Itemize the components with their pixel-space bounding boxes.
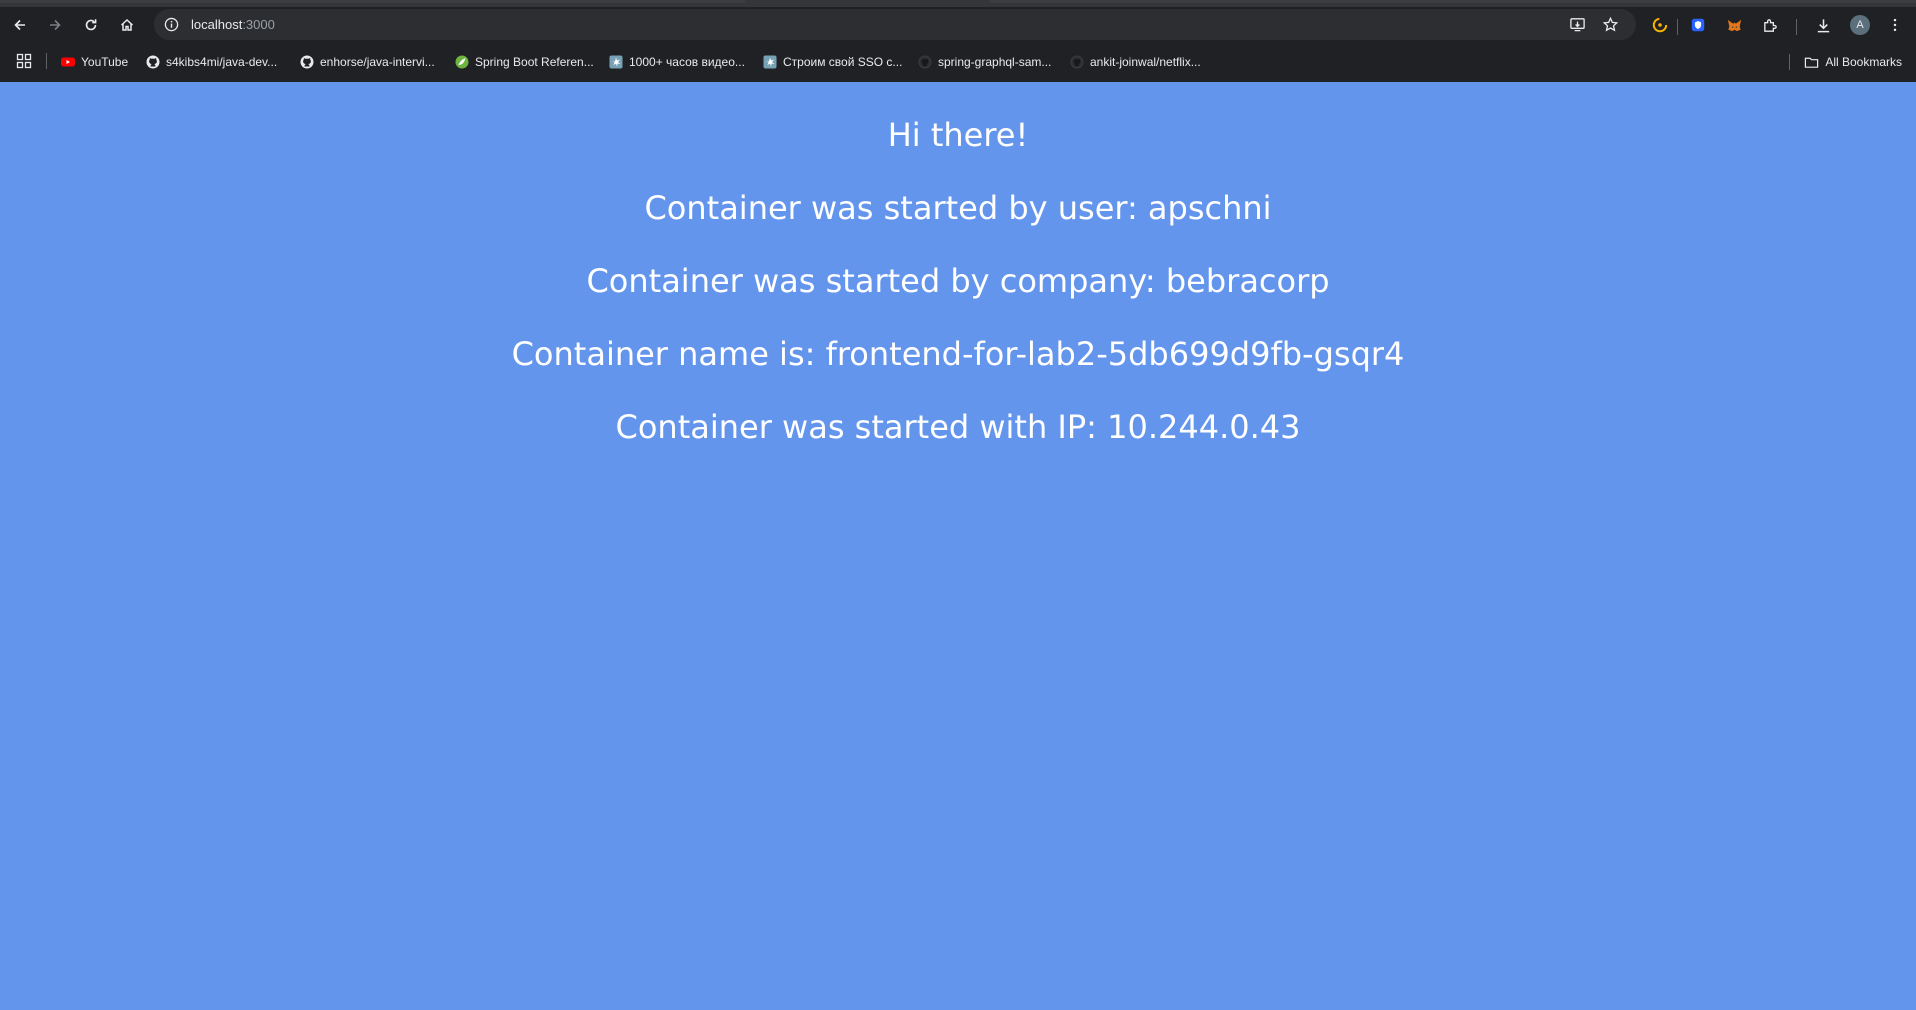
extension-c-icon [1652, 17, 1668, 33]
company-info-line: Container was started by company: bebrac… [586, 262, 1330, 300]
arrow-left-icon [14, 19, 25, 31]
home-icon [120, 18, 134, 31]
github-dark-icon [918, 55, 932, 69]
browser-toolbar: localhost:3000 A [0, 7, 1916, 42]
puzzle-piece-icon [1763, 18, 1777, 32]
browser-chrome: localhost:3000 A YouTube s4kibs4mi/java-… [0, 0, 1916, 82]
tab-edge [0, 0, 745, 3]
github-icon [300, 55, 314, 69]
bookmark-github-java-interview[interactable]: enhorse/java-intervi... [300, 53, 435, 71]
install-app-icon[interactable] [1569, 16, 1586, 33]
apps-grid-icon[interactable] [16, 53, 32, 69]
bookmark-label: YouTube [81, 55, 129, 69]
habr-icon [609, 55, 623, 69]
bookmarks-divider [1789, 54, 1791, 70]
profile-avatar[interactable]: A [1850, 15, 1870, 35]
bookmark-label: ankit-joinwal/netflix... [1090, 55, 1201, 69]
tab-edge [990, 0, 1916, 3]
bookmark-habr-sso[interactable]: Строим свой SSO с... [763, 53, 902, 71]
forward-button[interactable] [41, 11, 69, 39]
container-name-line: Container name is: frontend-for-lab2-5db… [511, 335, 1405, 373]
download-icon [1817, 18, 1829, 32]
bookmark-spring-boot[interactable]: Spring Boot Referen... [455, 53, 594, 71]
toolbar-divider [1677, 19, 1678, 35]
bookmark-spring-graphql[interactable]: spring-graphql-sam... [918, 53, 1051, 71]
back-button[interactable] [6, 11, 34, 39]
user-info-line: Container was started by user: apschni [644, 189, 1272, 227]
address-bar[interactable]: localhost:3000 [154, 9, 1636, 40]
github-dark-icon [1070, 55, 1084, 69]
bookmark-label: 1000+ часов видео... [629, 55, 745, 69]
all-bookmarks-button[interactable]: All Bookmarks [1789, 53, 1902, 71]
tab-strip [0, 0, 1916, 7]
github-icon [146, 55, 160, 69]
all-bookmarks-label: All Bookmarks [1825, 55, 1902, 69]
url-host: localhost [191, 17, 243, 32]
greeting-heading: Hi there! [887, 116, 1029, 154]
extension-button[interactable] [1651, 16, 1669, 34]
bookmark-label: Spring Boot Referen... [475, 55, 594, 69]
home-button[interactable] [113, 11, 141, 39]
bookmark-label: enhorse/java-intervi... [320, 55, 435, 69]
downloads-button[interactable] [1814, 16, 1832, 34]
extension-button[interactable] [1689, 16, 1707, 34]
reload-button[interactable] [77, 11, 105, 39]
url-port: :3000 [242, 17, 275, 32]
spring-icon [455, 55, 469, 69]
bookmark-star-icon[interactable] [1602, 16, 1619, 33]
url-text[interactable]: localhost:3000 [191, 17, 275, 32]
site-info-icon[interactable] [164, 17, 179, 32]
bookmark-youtube[interactable]: YouTube [61, 53, 128, 71]
container-ip-line: Container was started with IP: 10.244.0.… [615, 408, 1301, 446]
metamask-fox-icon [1727, 19, 1741, 31]
bookmark-label: Строим свой SSO с... [783, 55, 903, 69]
youtube-icon [61, 55, 75, 69]
habr-icon [763, 55, 777, 69]
shield-extension-icon [1691, 18, 1705, 32]
bookmark-label: spring-graphql-sam... [938, 55, 1052, 69]
extension-button[interactable] [1725, 16, 1743, 34]
bookmark-label: s4kibs4mi/java-dev... [166, 55, 278, 69]
bookmark-netflix[interactable]: ankit-joinwal/netflix... [1070, 53, 1201, 71]
more-vertical-icon [1893, 18, 1897, 32]
arrow-right-icon [50, 19, 61, 31]
reload-icon [85, 19, 97, 31]
bookmarks-divider [46, 53, 47, 69]
extensions-menu-button[interactable] [1761, 16, 1779, 34]
bookmark-habr-video[interactable]: 1000+ часов видео... [609, 53, 745, 71]
folder-icon [1805, 57, 1819, 68]
browser-menu-button[interactable] [1886, 16, 1904, 34]
bookmark-github-java-dev[interactable]: s4kibs4mi/java-dev... [146, 53, 277, 71]
page-content: Hi there! Container was started by user:… [0, 82, 1916, 1010]
toolbar-divider [1796, 19, 1797, 35]
